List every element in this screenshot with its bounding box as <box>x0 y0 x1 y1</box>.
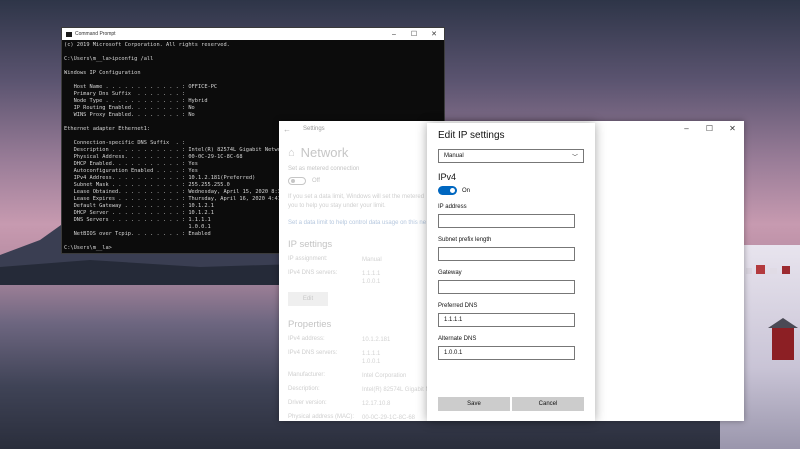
alternate-dns-input[interactable]: 1.0.0.1 <box>438 346 575 360</box>
ipv4-dns-values: 1.1.1.1 1.0.0.1 <box>362 270 380 286</box>
preferred-dns-label: Preferred DNS <box>438 303 478 309</box>
property-value: 12.17.10.8 <box>362 400 390 408</box>
property-row: Description: Intel(R) 82574L Gigabit N <box>288 386 448 394</box>
property-row: Driver version: 12.17.10.8 <box>288 400 448 408</box>
preferred-dns-input[interactable]: 1.1.1.1 <box>438 313 575 327</box>
properties-list: IPv4 address: 10.1.2.181 IPv4 DNS servers:… <box>288 336 448 422</box>
toggle-switch-on[interactable] <box>438 186 457 195</box>
close-icon[interactable]: ✕ <box>721 121 744 137</box>
console-line: Host Name . . . . . . . . . . . . : OFFI… <box>64 84 218 90</box>
property-value-line: 1.0.0.1 <box>362 359 381 365</box>
property-row: IPv4 address: 10.1.2.181 <box>288 336 448 344</box>
metered-description: If you set a data limit, Windows will se… <box>288 193 448 211</box>
property-value: Intel(R) 82574L Gigabit N <box>362 386 430 394</box>
ip-mode-selected: Manual <box>444 153 464 159</box>
cmd-window-title: Command Prompt <box>75 31 116 37</box>
dialog-buttons: Save Cancel <box>438 397 584 411</box>
maximize-icon[interactable]: ☐ <box>404 30 424 38</box>
console-line: Node Type . . . . . . . . . . . . : Hybr… <box>64 98 208 104</box>
ip-mode-dropdown[interactable]: Manual ﹀ <box>438 149 584 163</box>
metered-desc-line-2: you to help you stay under your limit. <box>288 203 386 209</box>
home-icon[interactable]: ⌂ <box>288 147 295 159</box>
property-key: Description: <box>288 386 320 392</box>
maximize-icon[interactable]: ☐ <box>698 121 721 137</box>
toggle-switch-off[interactable] <box>288 177 306 185</box>
gateway-label: Gateway <box>438 270 462 276</box>
gateway-input[interactable] <box>438 280 575 294</box>
save-button[interactable]: Save <box>438 397 510 411</box>
ipv4-toggle[interactable]: On <box>438 186 584 195</box>
console-line: (c) 2019 Microsoft Corporation. All righ… <box>64 42 230 48</box>
subnet-prefix-label: Subnet prefix length <box>438 237 492 243</box>
ipv4-dns-value-2: 1.0.0.1 <box>362 279 381 285</box>
ipv4-dns-row: IPv4 DNS servers: 1.1.1.1 1.0.0.1 <box>288 270 448 286</box>
ipv4-dns-key: IPv4 DNS servers: <box>288 270 338 276</box>
ip-address-label: IP address <box>438 204 467 210</box>
settings-network-page: ⌂ Network Set as metered connection Off … <box>288 141 448 422</box>
edit-button[interactable]: Edit <box>288 292 328 306</box>
property-value: 00-0C-29-1C-8C-68 <box>362 414 415 422</box>
ipv4-heading: IPv4 <box>438 172 457 182</box>
property-value: Intel Corporation <box>362 372 406 380</box>
close-icon[interactable]: ✕ <box>424 30 444 38</box>
property-row: Manufacturer: Intel Corporation <box>288 372 448 380</box>
property-row: IPv4 DNS servers: 1.1.1.1 1.0.0.1 <box>288 350 448 366</box>
dialog-title: Edit IP settings <box>438 130 505 141</box>
ipv4-state: On <box>462 187 471 194</box>
property-value-line: 1.1.1.1 <box>362 351 381 357</box>
property-value-line: Intel Corporation <box>362 373 407 379</box>
properties-heading: Properties <box>288 319 332 330</box>
settings-app-title: Settings <box>303 126 325 132</box>
edit-ip-settings-dialog[interactable]: Edit IP settings Manual ﹀ IPv4 On IP add… <box>427 123 595 421</box>
minimize-icon[interactable]: – <box>384 31 404 38</box>
console-line: IP Routing Enabled. . . . . . . . : No <box>64 105 195 111</box>
data-limit-link[interactable]: Set a data limit to help control data us… <box>288 220 448 226</box>
wallpaper-red-house <box>772 328 794 360</box>
chevron-down-icon: ﹀ <box>571 154 578 161</box>
property-value: 10.1.2.181 <box>362 336 390 344</box>
property-value: 1.1.1.1 1.0.0.1 <box>362 350 380 366</box>
property-value-line: 10.1.2.181 <box>362 337 391 343</box>
property-key: IPv4 DNS servers: <box>288 350 338 356</box>
page-title: ⌂ Network <box>288 145 448 160</box>
metered-state: Off <box>312 178 320 184</box>
console-line: Primary Dns Suffix . . . . . . . : <box>64 91 186 97</box>
property-key: Driver version: <box>288 400 327 406</box>
console-line: WINS Proxy Enabled. . . . . . . . : No <box>64 112 195 118</box>
property-value-line: 12.17.10.8 <box>362 401 391 407</box>
console-line: Windows IP Configuration <box>64 70 141 76</box>
ip-assignment-value: Manual <box>362 257 382 263</box>
metered-toggle[interactable]: Off <box>288 177 448 185</box>
property-key: Manufacturer: <box>288 372 326 378</box>
property-value-line: Intel(R) 82574L Gigabit N <box>362 387 430 393</box>
ip-assignment-row: IP assignment: Manual <box>288 256 448 264</box>
cmd-titlebar[interactable]: Command Prompt – ☐ ✕ <box>62 28 444 40</box>
back-arrow-icon[interactable]: ← <box>279 125 295 134</box>
ipv4-dns-value-1: 1.1.1.1 <box>362 271 381 277</box>
alternate-dns-label: Alternate DNS <box>438 336 477 342</box>
subnet-prefix-input[interactable] <box>438 247 575 261</box>
cmd-app-icon <box>66 31 72 37</box>
minimize-icon[interactable]: – <box>675 121 698 137</box>
property-key: Physical address (MAC): <box>288 414 355 420</box>
property-key: IPv4 address: <box>288 336 325 342</box>
metered-label: Set as metered connection <box>288 166 360 172</box>
property-value-line: 00-0C-29-1C-8C-68 <box>362 415 416 421</box>
metered-desc-line-1: If you set a data limit, Windows will se… <box>288 194 425 200</box>
ip-address-input[interactable] <box>438 214 575 228</box>
page-title-text: Network <box>300 145 349 160</box>
cancel-button[interactable]: Cancel <box>512 397 584 411</box>
property-row: Physical address (MAC): 00-0C-29-1C-8C-68 <box>288 414 448 422</box>
ip-settings-heading: IP settings <box>288 239 333 250</box>
ip-assignment-key: IP assignment: <box>288 256 328 262</box>
console-line: C:\Users\m__la>ipconfig /all <box>64 56 154 62</box>
